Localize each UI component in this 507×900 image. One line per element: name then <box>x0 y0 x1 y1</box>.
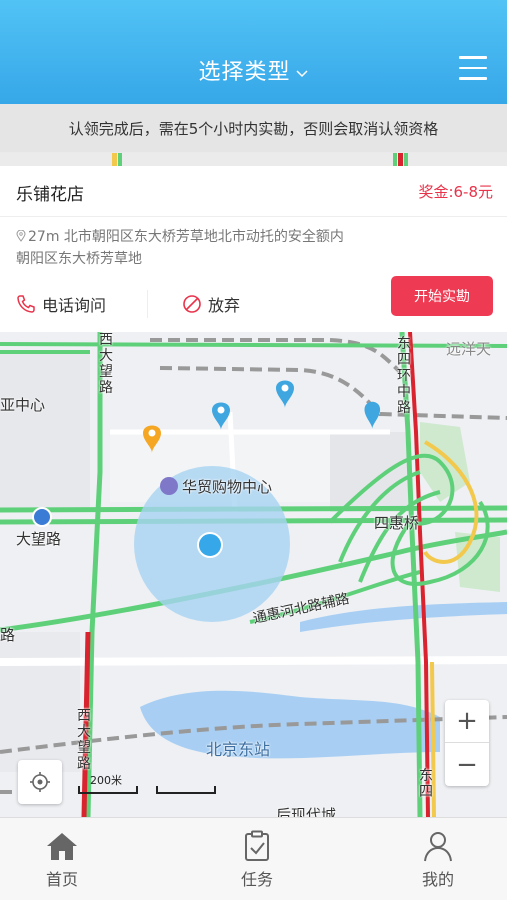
phone-label: 电话询问 <box>42 296 107 315</box>
locate-button[interactable] <box>18 760 62 804</box>
tab-home[interactable]: 首页 <box>22 830 102 890</box>
map-label-huamao: 华贸购物中心 <box>160 476 272 497</box>
map-peek <box>0 152 507 166</box>
header-bar: 选择类型 <box>0 0 507 104</box>
map-view[interactable]: 远洋天 亚中心 华贸购物中心 大望路 四惠桥 通惠河北路辅路 路 北京东站 后现… <box>0 332 507 817</box>
home-icon <box>47 833 77 860</box>
map-label-dongsihuan: 东四环中路 <box>397 336 411 416</box>
map-label-lu: 路 <box>0 626 16 644</box>
map-label-xidawanglu-south: 西大望路 <box>77 708 91 772</box>
give-up-button[interactable]: 放弃 <box>182 292 240 316</box>
divider <box>0 216 507 217</box>
zoom-control: + − <box>445 700 489 786</box>
type-selector[interactable]: 选择类型 <box>0 54 507 86</box>
shopping-bag-icon <box>160 477 178 495</box>
map-label-sihui: 四惠桥 <box>374 514 420 532</box>
phone-inquiry-button[interactable]: 电话询问 <box>16 292 106 316</box>
map-label-xiandai: 后现代城 <box>276 806 337 817</box>
bottom-tab-bar: 首页 任务 我的 <box>0 817 507 900</box>
bonus-label: 奖金:6-8元 <box>418 183 493 201</box>
tab-task[interactable]: 任务 <box>217 830 297 890</box>
tab-mine[interactable]: 我的 <box>398 830 478 890</box>
task-card[interactable]: 乐铺花店 奖金:6-8元 27m 北市朝阳区东大桥芳草地北市动托的安全额内 朝阳… <box>0 166 507 332</box>
crosshair-icon <box>30 772 50 792</box>
chevron-down-icon <box>295 70 308 78</box>
menu-button[interactable] <box>459 56 487 82</box>
tab-home-label: 首页 <box>45 870 78 889</box>
scale-bar-secondary <box>156 786 216 794</box>
task-actions: 电话询问 放弃 开始实勘 <box>0 276 507 324</box>
address-line-2: 朝阳区东大桥芳草地 <box>16 251 142 267</box>
zoom-out-button[interactable]: − <box>445 743 489 786</box>
map-label-huamao-text: 华贸购物中心 <box>182 478 273 496</box>
address-line-1: 27m 北市朝阳区东大桥芳草地北市动托的安全额内 <box>28 229 344 245</box>
map-label-yuanyang: 远洋天 <box>446 340 492 358</box>
map-label-beijingdong: 北京东站 <box>206 740 271 759</box>
ban-icon <box>183 295 201 313</box>
address: 27m 北市朝阳区东大桥芳草地北市动托的安全额内 朝阳区东大桥芳草地 <box>16 226 416 270</box>
user-icon <box>424 832 452 862</box>
hamburger-icon <box>459 56 487 59</box>
scale-bar <box>78 786 138 794</box>
page-title: 选择类型 <box>198 60 291 85</box>
hamburger-line <box>459 66 487 69</box>
zoom-in-button[interactable]: + <box>445 700 489 743</box>
action-separator <box>147 290 148 318</box>
shop-name: 乐铺花店 <box>16 185 84 205</box>
map-label-zhongxin: 亚中心 <box>0 396 46 414</box>
phone-icon <box>17 295 35 313</box>
clipboard-icon <box>245 830 269 861</box>
notice-banner: 认领完成后，需在5个小时内实勘，否则会取消认领资格 <box>0 104 507 152</box>
start-survey-button[interactable]: 开始实勘 <box>391 276 493 316</box>
map-label-dongsi: 东四 <box>419 768 433 800</box>
map-label-dawang: 大望路 <box>16 530 62 548</box>
map-label-xidawanglu: 西大望路 <box>99 332 113 396</box>
tab-mine-label: 我的 <box>421 870 454 889</box>
tab-task-label: 任务 <box>240 870 273 889</box>
giveup-label: 放弃 <box>208 296 241 315</box>
location-pin-icon <box>16 230 26 242</box>
hamburger-line <box>459 77 487 80</box>
